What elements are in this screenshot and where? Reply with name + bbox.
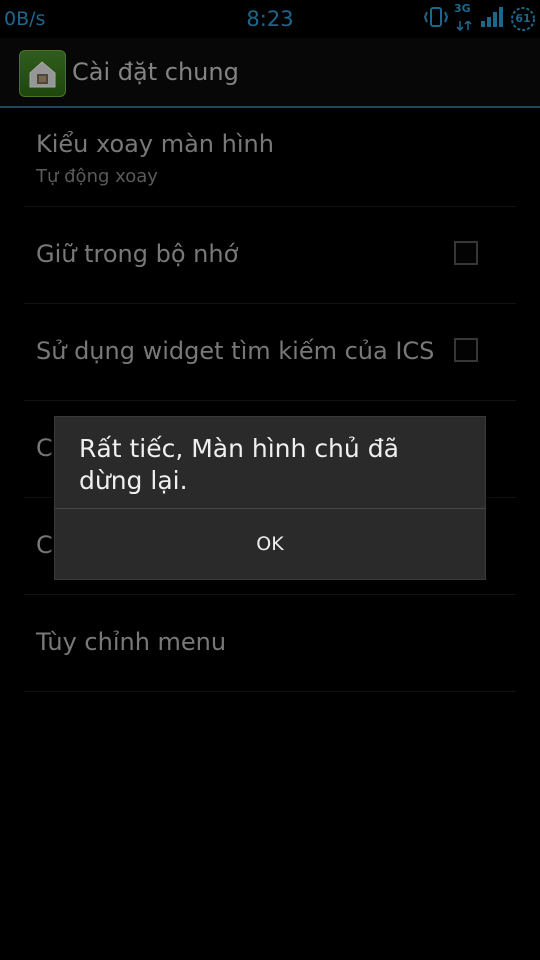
ok-button[interactable]: OK — [55, 509, 485, 579]
error-dialog: Rất tiếc, Màn hình chủ đã dừng lại. OK — [54, 416, 486, 580]
screen: 0B/s 8:23 3G 61 Cài đặt chung Kiểu xoay … — [0, 0, 540, 960]
dialog-message: Rất tiếc, Màn hình chủ đã dừng lại. — [79, 434, 399, 495]
